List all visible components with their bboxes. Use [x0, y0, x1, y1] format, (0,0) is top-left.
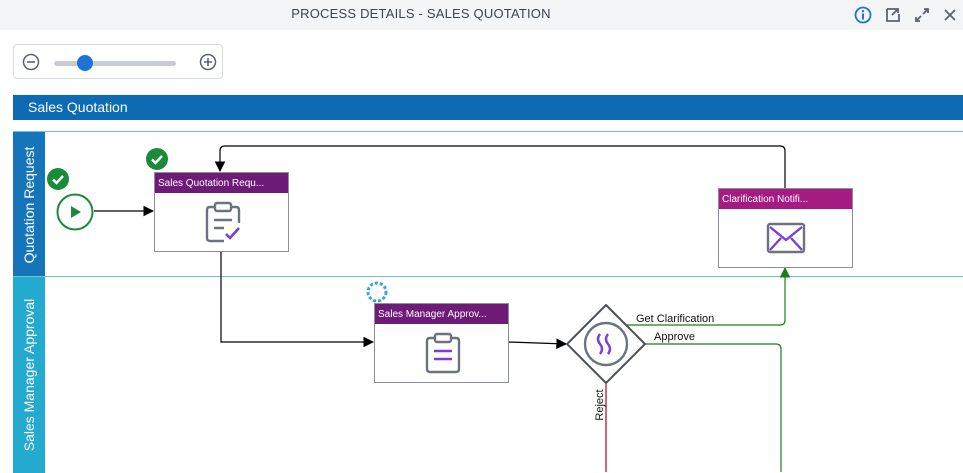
flow-clarification-to-request[interactable] [214, 145, 786, 188]
completed-check-icon [146, 148, 168, 170]
gateway-icon [565, 303, 647, 385]
task-title: Sales Manager Approv... [375, 304, 508, 324]
completed-check-icon [47, 168, 69, 190]
task-title: Clarification Notifi... [719, 189, 852, 209]
clipboard-check-icon [202, 201, 244, 250]
task-sales-quotation-request[interactable]: Sales Quotation Requ... [154, 172, 289, 252]
exclusive-gateway[interactable] [565, 303, 647, 385]
flow-approval-to-gateway[interactable] [508, 338, 568, 350]
flow-label-reject: Reject [594, 389, 606, 421]
flow-approve[interactable] [630, 343, 782, 472]
task-clarification-notification[interactable]: Clarification Notifi... [718, 188, 853, 268]
task-sales-manager-approval[interactable]: Sales Manager Approv... [374, 303, 509, 383]
play-icon [56, 193, 94, 231]
flow-request-to-approval[interactable] [220, 252, 375, 348]
mail-icon [766, 221, 806, 260]
flow-label-approve: Approve [654, 331, 695, 343]
start-event[interactable] [56, 193, 94, 231]
task-title: Sales Quotation Requ... [155, 173, 288, 193]
in-progress-spinner-icon [366, 281, 388, 303]
flow-label-get-clarification: Get Clarification [636, 313, 715, 325]
clipboard-list-icon [422, 332, 464, 381]
